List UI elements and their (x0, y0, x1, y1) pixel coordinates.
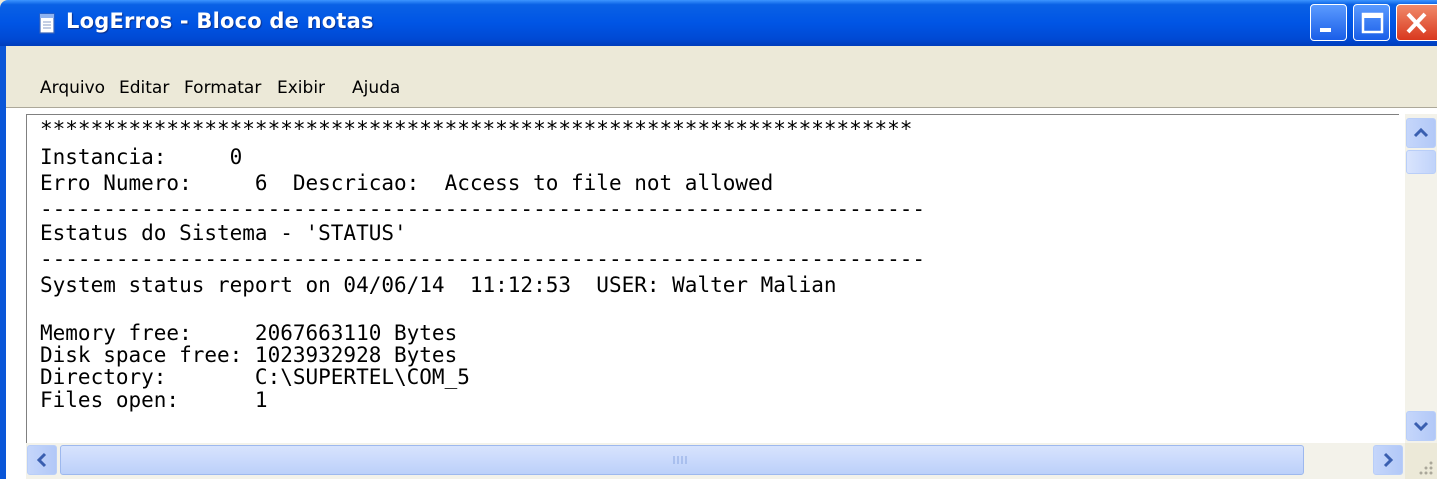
vertical-scrollbar[interactable] (1405, 114, 1437, 443)
text-line: Disk space free: 1023932928 Bytes (40, 343, 458, 367)
menu-bar: Arquivo Editar Formatar Exibir Ajuda (0, 46, 1437, 108)
text-editor[interactable]: ****************************************… (0, 108, 1437, 479)
text-line: System status report on 04/06/14 11:12:5… (40, 273, 837, 297)
menu-formatar[interactable]: Formatar (184, 78, 261, 98)
menu-arquivo[interactable]: Arquivo (40, 78, 105, 98)
menu-exibir[interactable]: Exibir (277, 78, 325, 98)
scroll-left-button[interactable] (27, 445, 57, 475)
size-grip[interactable] (1405, 443, 1437, 479)
close-button[interactable] (1396, 4, 1437, 41)
minimize-button[interactable] (1310, 4, 1347, 41)
arrow-down-icon (1413, 421, 1429, 432)
close-icon (1406, 12, 1427, 34)
horizontal-scrollbar[interactable] (26, 443, 1405, 479)
arrow-up-icon (1413, 127, 1429, 138)
text-line: ----------------------------------------… (40, 197, 926, 221)
scroll-right-button[interactable] (1373, 445, 1403, 475)
menu-editar[interactable]: Editar (119, 78, 169, 98)
minimize-icon (1320, 28, 1331, 32)
text-line: ****************************************… (40, 117, 913, 141)
text-line: Directory: C:\SUPERTEL\COM_5 (40, 365, 470, 389)
vertical-scroll-thumb[interactable] (1406, 150, 1436, 174)
scroll-down-button[interactable] (1406, 411, 1436, 441)
menu-ajuda[interactable]: Ajuda (352, 78, 400, 98)
horizontal-scroll-thumb[interactable] (60, 445, 1304, 475)
notepad-icon (39, 13, 55, 34)
maximize-button[interactable] (1353, 4, 1390, 41)
notepad-window: LogErros - Bloco de notas Arquivo Editar… (0, 0, 1437, 479)
text-line: ----------------------------------------… (40, 247, 926, 271)
title-bar[interactable]: LogErros - Bloco de notas (0, 0, 1437, 46)
text-line: Instancia: 0 (40, 145, 243, 169)
window-title: LogErros - Bloco de notas (66, 9, 374, 33)
text-line: Estatus do Sistema - 'STATUS' (40, 221, 407, 245)
text-line: Memory free: 2067663110 Bytes (40, 321, 458, 345)
scroll-up-button[interactable] (1406, 118, 1436, 148)
arrow-right-icon (1383, 452, 1394, 468)
maximize-icon (1361, 12, 1384, 34)
text-area[interactable]: ****************************************… (26, 114, 1399, 451)
size-grip-icon (1419, 461, 1433, 475)
arrow-left-icon (36, 452, 47, 468)
text-line: Erro Numero: 6 Descricao: Access to file… (40, 171, 774, 195)
text-line: Files open: 1 (40, 388, 268, 412)
grip-lines-icon (673, 456, 687, 464)
